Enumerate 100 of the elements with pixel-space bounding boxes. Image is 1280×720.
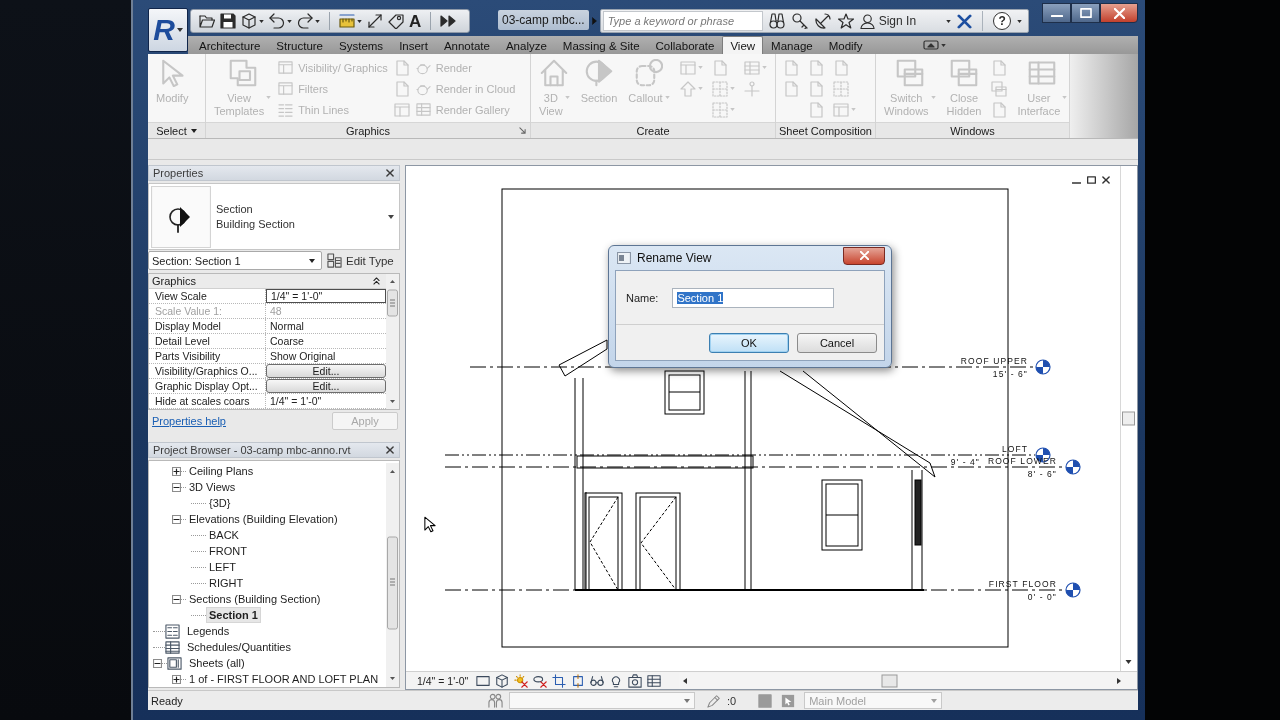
tree-item[interactable]: 1 of - FIRST FLOOR AND LOFT PLAN — [186, 671, 382, 687]
level-head-icon[interactable] — [1065, 582, 1081, 598]
help-button[interactable]: ? — [993, 12, 1012, 30]
close-window-button[interactable] — [1100, 3, 1138, 23]
tree-item[interactable]: Sections (Building Section) — [186, 591, 324, 607]
tag-button[interactable] — [388, 13, 404, 29]
more-tools-button[interactable] — [440, 13, 457, 29]
minus-box-icon[interactable] — [172, 514, 181, 524]
launcher-arrow-icon[interactable] — [519, 127, 526, 134]
ribbon-tab[interactable]: Annotate — [435, 36, 498, 54]
ribbon-tab[interactable]: Analyze — [497, 36, 555, 54]
close-icon — [1113, 7, 1125, 19]
sign-in-button[interactable]: Sign In — [859, 13, 917, 29]
tree-item[interactable]: 3D Views — [186, 479, 239, 495]
binoculars-icon[interactable] — [768, 13, 785, 29]
ribbon-tab[interactable]: Modify — [820, 36, 871, 54]
up-arrow-icon — [679, 80, 696, 97]
view-scale[interactable]: 1/4" = 1'-0" — [406, 674, 477, 687]
property-value: 48 — [269, 303, 282, 318]
close-icon[interactable] — [1102, 176, 1110, 184]
ok-button[interactable]: OK — [709, 332, 789, 353]
tree-item[interactable]: {3D} — [206, 495, 234, 511]
ribbon-panel-title[interactable]: Select — [156, 124, 187, 137]
ribbon-tab[interactable]: Structure — [268, 36, 332, 54]
cancel-button[interactable]: Cancel — [797, 332, 877, 353]
crop-region-icon[interactable] — [571, 673, 586, 688]
tree-item[interactable]: Elevations (Building Elevation) — [186, 511, 341, 527]
properties-scrollbar[interactable] — [386, 273, 399, 409]
caret-icon — [176, 28, 183, 32]
pen-icon[interactable] — [707, 693, 721, 708]
tree-item[interactable]: FRONT — [206, 543, 250, 559]
dialog-close-button[interactable] — [843, 246, 885, 265]
maximize-button[interactable] — [1071, 3, 1100, 23]
browser-scrollbar[interactable] — [386, 463, 399, 687]
minimize-button[interactable] — [1042, 3, 1071, 23]
glasses-icon[interactable] — [590, 673, 605, 688]
search-field[interactable]: Type a keyword or phrase — [602, 11, 763, 31]
name-field[interactable]: Section 1 — [672, 287, 835, 308]
text-tool-button[interactable]: A — [409, 12, 422, 30]
level-head-icon[interactable] — [1035, 359, 1051, 375]
close-icon[interactable] — [386, 169, 394, 177]
edit-type-button[interactable]: Edit Type — [325, 253, 396, 269]
plus-box-icon[interactable] — [172, 466, 181, 476]
property-group-header[interactable]: Graphics — [149, 273, 386, 289]
caret-icon[interactable] — [190, 128, 197, 133]
people-icon[interactable] — [488, 693, 503, 708]
tree-item[interactable]: RIGHT — [206, 575, 247, 591]
caret-icon[interactable] — [1017, 19, 1023, 23]
vertical-scrollbar[interactable] — [1120, 166, 1137, 671]
double-chevron-up-icon[interactable] — [373, 276, 380, 285]
dimension-button[interactable] — [367, 13, 383, 29]
ribbon-tab[interactable]: Massing & Site — [554, 36, 648, 54]
camera-icon[interactable] — [628, 673, 643, 688]
minus-box-icon[interactable] — [172, 594, 181, 604]
ribbon-tab[interactable]: Systems — [331, 36, 392, 54]
star-icon[interactable] — [837, 13, 854, 29]
ribbon-tab[interactable]: Architecture — [191, 36, 269, 54]
tree-item[interactable]: Section 1 — [206, 607, 261, 623]
tree-item[interactable]: Schedules/Quantities — [184, 639, 294, 655]
caret-icon[interactable] — [946, 19, 952, 23]
type-selector[interactable]: Section Building Section — [148, 183, 400, 250]
ribbon-tab[interactable]: Collaborate — [647, 36, 723, 54]
tree-item[interactable]: Legends — [184, 623, 233, 639]
ribbon-tab[interactable]: Insert — [391, 36, 436, 54]
x-mark-icon[interactable] — [957, 13, 973, 29]
crop-icon[interactable] — [552, 673, 567, 688]
application-menu-button[interactable]: R — [148, 8, 188, 52]
level-head-icon[interactable] — [1065, 459, 1081, 475]
edit-button[interactable]: Edit... — [266, 363, 386, 378]
caret-icon — [761, 66, 767, 69]
edit-button[interactable]: Edit... — [266, 378, 386, 393]
open-button[interactable] — [199, 13, 215, 29]
tree-item[interactable]: Ceiling Plans — [186, 463, 257, 479]
close-icon[interactable] — [386, 446, 394, 454]
minus-box-icon[interactable] — [172, 482, 181, 492]
ribbon-toggle-icon[interactable] — [922, 40, 939, 50]
key-icon[interactable] — [791, 13, 808, 29]
minus-box-icon[interactable] — [153, 658, 162, 668]
sun-icon[interactable] — [514, 673, 529, 688]
ribbon-tab[interactable]: View — [722, 36, 764, 54]
instance-dropdown[interactable]: Section: Section 1 — [148, 251, 322, 271]
property-value: Normal — [269, 318, 304, 333]
measure-button[interactable] — [339, 13, 362, 29]
cube-icon[interactable] — [495, 673, 510, 688]
shadow-icon[interactable] — [533, 673, 548, 688]
mouse-pointer-icon — [424, 516, 436, 533]
ribbon-tab[interactable]: Manage — [763, 36, 821, 54]
tree-item[interactable]: Sheets (all) — [186, 655, 248, 671]
undo-button[interactable] — [269, 13, 292, 29]
table-icon[interactable] — [647, 673, 662, 688]
cube-button[interactable] — [241, 13, 264, 29]
plus-box-icon[interactable] — [172, 674, 181, 684]
redo-button[interactable] — [297, 13, 320, 29]
rectangle-icon[interactable] — [476, 673, 491, 688]
properties-help-link[interactable]: Properties help — [152, 414, 226, 427]
maximize-icon[interactable] — [1087, 176, 1096, 184]
satellite-dish-icon[interactable] — [814, 13, 831, 29]
tree-item[interactable]: LEFT — [206, 559, 239, 575]
save-button[interactable] — [220, 13, 236, 29]
tree-item[interactable]: BACK — [206, 527, 242, 543]
